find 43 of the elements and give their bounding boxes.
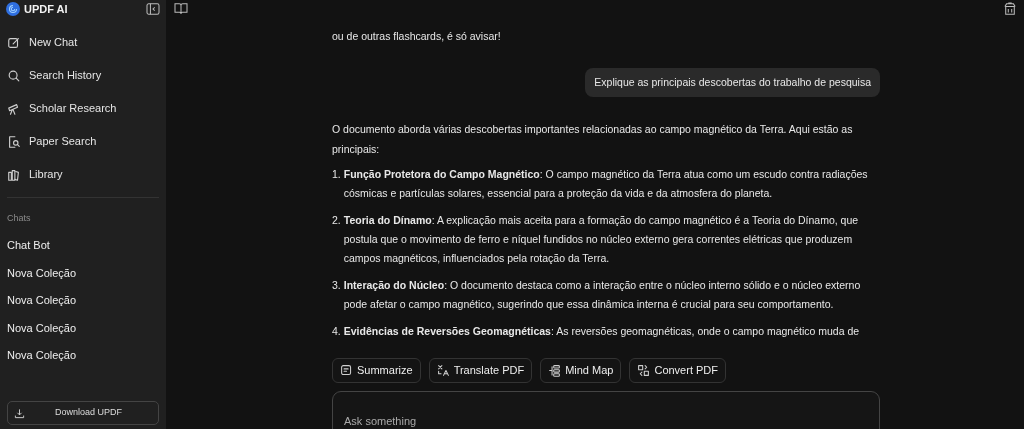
list-number: 4. [332, 324, 341, 339]
collapse-sidebar-icon[interactable] [146, 3, 160, 15]
book-icon[interactable] [174, 2, 188, 14]
message-text: ou de outras flashcards, é só avisar! [332, 29, 502, 44]
telescope-icon [7, 101, 21, 116]
mind-map-icon [548, 364, 562, 377]
chat-item[interactable]: Chat Bot [0, 231, 166, 259]
brand-name: UPDF AI [24, 1, 68, 17]
action-button[interactable]: Convert PDF [629, 358, 726, 383]
edit-icon [7, 35, 21, 50]
convert-icon [637, 364, 651, 377]
nav-item[interactable]: Library [0, 158, 166, 191]
action-button[interactable]: Translate PDF [428, 358, 533, 383]
download-icon[interactable] [14, 407, 25, 419]
nav-item[interactable]: Search History [0, 59, 166, 92]
nav-item[interactable]: Paper Search [0, 125, 166, 158]
message-text: O documento aborda várias descobertas importantes relacionadas ao campo magnético da Terra. Aqui estão as principais: [332, 122, 854, 157]
list-item-text: Interação do Núcleo: O documento destaca como a interação entre o núcleo interno sólido e o núcleo externo pode afetar o campo magnético, sugerindo que essa dinâmica interna é crucial para seu comportamento. [343, 278, 862, 312]
list-item-text: Evidências de Reversões Geomagnéticas: As reversões geomagnéticas, onde o campo magnético muda de [343, 324, 860, 339]
nav-item[interactable]: Scholar Research [0, 92, 166, 125]
list-number: 2. [332, 213, 341, 228]
books-icon [7, 167, 21, 182]
chat-item[interactable]: Nova Coleção [0, 286, 166, 314]
summarize-icon [340, 364, 353, 377]
action-button[interactable]: Summarize [332, 358, 421, 383]
document-search-icon [7, 134, 21, 149]
logo-icon [6, 2, 20, 16]
translate-icon [436, 364, 450, 377]
list-number: 3. [332, 278, 341, 293]
delete-icon[interactable] [1004, 2, 1016, 16]
download-button[interactable]: Download UPDF [7, 401, 159, 425]
chat-item[interactable]: Nova Coleção [0, 259, 166, 287]
section-heading: Chats [6, 212, 32, 225]
chat-item[interactable]: Nova Coleção [0, 314, 166, 342]
action-button[interactable]: Mind Map [540, 358, 622, 383]
list-item-text: Função Protetora do Campo Magnético: O campo magnético da Terra atua como um escudo contra radiações cósmicas e partículas solares, essencial para a proteção da vida e da atmosfera do planeta. [343, 167, 869, 201]
nav-item[interactable]: New Chat [0, 26, 166, 59]
list-number: 1. [332, 167, 341, 182]
message-input[interactable]: Ask something [332, 391, 880, 429]
list-item-text: Teoria do Dínamo: A explicação mais aceita para a formação do campo magnético é a Teoria do Dínamo, que postula que o movimento de ferro e níquel fundidos no núcleo externo gera correntes elétricas que produzem campos magnéticos, influenciados pela rotação da Terra. [343, 213, 860, 266]
chat-item[interactable]: Nova Coleção [0, 341, 166, 369]
user-message: Explique as principais descobertas do trabalho de pesquisa [585, 68, 880, 97]
search-icon [7, 68, 21, 83]
